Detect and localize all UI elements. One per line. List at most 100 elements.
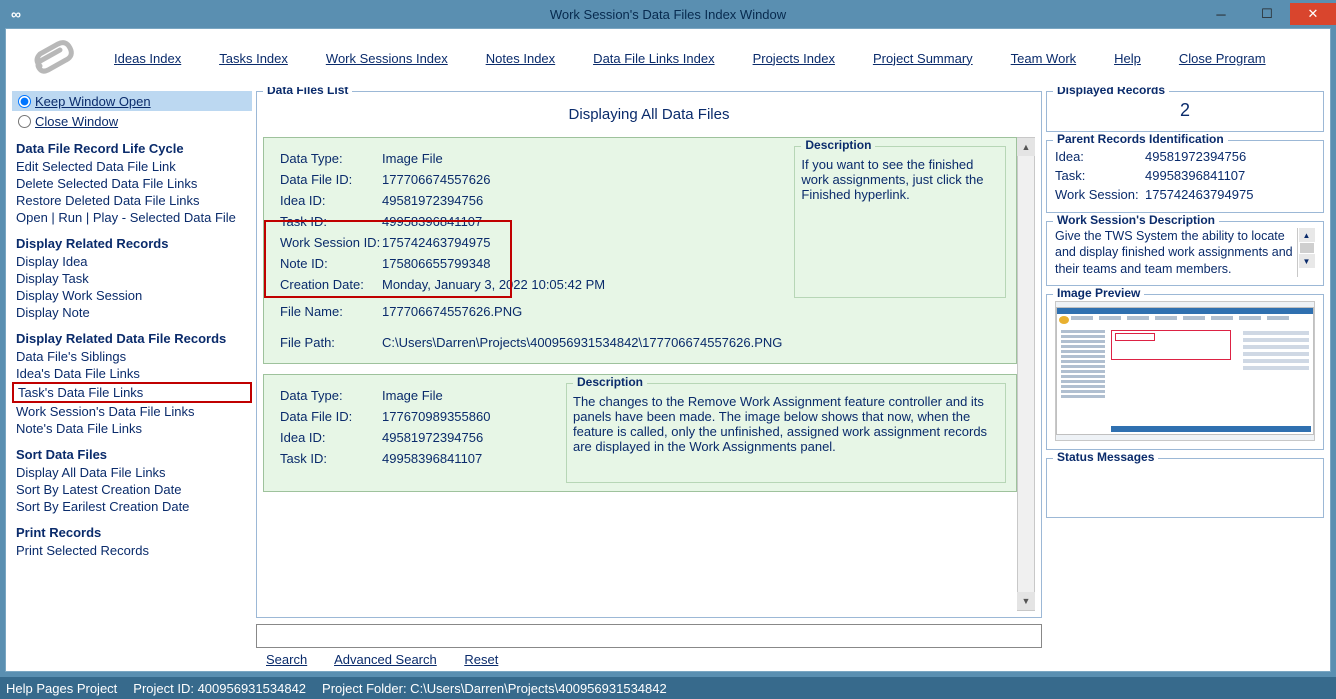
displayed-records-count: 2 (1055, 98, 1315, 123)
description-legend: Description (573, 375, 647, 389)
ws-description-group: Work Session's Description Give the TWS … (1046, 221, 1324, 286)
nav-project-summary[interactable]: Project Summary (873, 51, 973, 66)
left-panel: Keep Window Open Close Window Data File … (12, 91, 252, 667)
right-panel: Displayed Records 2 Parent Records Ident… (1046, 91, 1324, 667)
titlebar: ∞ Work Session's Data Files Index Window… (0, 0, 1336, 28)
lbl-file-id: Data File ID: (280, 172, 382, 187)
val-data-type: Image File (382, 151, 782, 166)
main-area: Keep Window Open Close Window Data File … (6, 87, 1330, 671)
nav-tasks-index[interactable]: Tasks Index (219, 51, 288, 66)
link-display-note[interactable]: Display Note (12, 304, 252, 321)
link-display-all[interactable]: Display All Data File Links (12, 464, 252, 481)
link-display-idea[interactable]: Display Idea (12, 253, 252, 270)
val-idea-id: 49581972394756 (382, 193, 782, 208)
image-preview-group: Image Preview (1046, 294, 1324, 450)
preview-thumbnail (1056, 307, 1314, 435)
data-file-card[interactable]: Data Type:Image File Data File ID:177670… (263, 374, 1017, 492)
lbl-idea-id: Idea ID: (280, 193, 382, 208)
link-edit-selected[interactable]: Edit Selected Data File Link (12, 158, 252, 175)
scroll-down-icon[interactable]: ▼ (1299, 254, 1315, 268)
heading-lifecycle: Data File Record Life Cycle (16, 141, 252, 156)
nav-data-file-links-index[interactable]: Data File Links Index (593, 51, 714, 66)
link-note-data-file-links[interactable]: Note's Data File Links (12, 420, 252, 437)
data-file-card[interactable]: Data Type:Image File Data File ID:177706… (263, 137, 1017, 364)
parent-records-legend: Parent Records Identification (1053, 132, 1228, 146)
list-scrollbar[interactable]: ▲ ▼ (1017, 137, 1035, 611)
lbl-file-id: Data File ID: (280, 409, 382, 424)
link-delete-selected[interactable]: Delete Selected Data File Links (12, 175, 252, 192)
parent-task-val: 49958396841107 (1145, 168, 1245, 183)
lbl-note-id: Note ID: (280, 256, 382, 271)
lbl-fname: File Name: (280, 304, 382, 319)
search-input[interactable] (256, 624, 1042, 648)
heading-related-data-files: Display Related Data File Records (16, 331, 252, 346)
lbl-task-id: Task ID: (280, 451, 382, 466)
parent-idea-val: 49581972394756 (1145, 149, 1246, 164)
link-display-work-session[interactable]: Display Work Session (12, 287, 252, 304)
description-text: If you want to see the finished work ass… (801, 151, 999, 202)
parent-idea-lbl: Idea: (1055, 149, 1145, 164)
card-list: Data Type:Image File Data File ID:177706… (263, 137, 1017, 611)
description-box: Description If you want to see the finis… (794, 146, 1006, 298)
val-data-type: Image File (382, 388, 554, 403)
radio-keep-window-open[interactable]: Keep Window Open (12, 91, 252, 111)
nav-work-sessions-index[interactable]: Work Sessions Index (326, 51, 448, 66)
parent-records-group: Parent Records Identification Idea:49581… (1046, 140, 1324, 213)
status-messages-legend: Status Messages (1053, 450, 1158, 464)
image-preview[interactable] (1055, 301, 1315, 441)
val-fpath: C:\Users\Darren\Projects\400956931534842… (382, 335, 782, 350)
val-created: Monday, January 3, 2022 10:05:42 PM (382, 277, 782, 292)
scroll-up-icon[interactable]: ▲ (1017, 138, 1035, 156)
advanced-search-link[interactable]: Advanced Search (334, 652, 437, 667)
val-file-id: 177706674557626 (382, 172, 782, 187)
list-title: Displaying All Data Files (263, 98, 1035, 137)
link-print-selected[interactable]: Print Selected Records (12, 542, 252, 559)
val-fname: 177706674557626.PNG (382, 304, 782, 319)
scroll-thumb[interactable] (1300, 243, 1314, 253)
val-task-id: 49958396841107 (382, 451, 554, 466)
displayed-records-legend: Displayed Records (1053, 87, 1169, 97)
nav-notes-index[interactable]: Notes Index (486, 51, 555, 66)
data-files-list-legend: Data Files List (263, 87, 352, 97)
parent-ws-lbl: Work Session: (1055, 187, 1145, 202)
desc-scrollbar[interactable]: ▲ ▼ (1297, 228, 1315, 277)
parent-task-lbl: Task: (1055, 168, 1145, 183)
status-messages-group: Status Messages (1046, 458, 1324, 518)
reset-link[interactable]: Reset (464, 652, 498, 667)
nav-projects-index[interactable]: Projects Index (753, 51, 835, 66)
radio-keep-open-input[interactable] (18, 95, 31, 108)
footer-help-project: Help Pages Project (6, 681, 117, 696)
scroll-down-icon[interactable]: ▼ (1017, 592, 1035, 610)
radio-close-window[interactable]: Close Window (12, 111, 252, 131)
link-sort-latest[interactable]: Sort By Latest Creation Date (12, 481, 252, 498)
lbl-idea-id: Idea ID: (280, 430, 382, 445)
link-restore-deleted[interactable]: Restore Deleted Data File Links (12, 192, 252, 209)
ws-description-text: Give the TWS System the ability to locat… (1055, 228, 1297, 277)
link-idea-data-file-links[interactable]: Idea's Data File Links (12, 365, 252, 382)
footer-project-folder: Project Folder: C:\Users\Darren\Projects… (322, 681, 667, 696)
description-text: The changes to the Remove Work Assignmen… (573, 388, 999, 454)
nav-close-program[interactable]: Close Program (1179, 51, 1266, 66)
nav-ideas-index[interactable]: Ideas Index (114, 51, 181, 66)
radio-close-input[interactable] (18, 115, 31, 128)
ws-description-legend: Work Session's Description (1053, 213, 1219, 227)
link-siblings[interactable]: Data File's Siblings (12, 348, 252, 365)
val-idea-id: 49581972394756 (382, 430, 554, 445)
image-preview-legend: Image Preview (1053, 286, 1144, 300)
lbl-data-type: Data Type: (280, 388, 382, 403)
link-ws-data-file-links[interactable]: Work Session's Data File Links (12, 403, 252, 420)
search-link[interactable]: Search (266, 652, 307, 667)
val-task-id: 49958396841107 (382, 214, 782, 229)
status-bar: Help Pages Project Project ID: 400956931… (0, 677, 1336, 699)
link-task-data-file-links[interactable]: Task's Data File Links (12, 382, 252, 403)
link-display-task[interactable]: Display Task (12, 270, 252, 287)
nav-team-work[interactable]: Team Work (1011, 51, 1077, 66)
link-open-run-play[interactable]: Open | Run | Play - Selected Data File (12, 209, 252, 226)
lbl-data-type: Data Type: (280, 151, 382, 166)
scroll-up-icon[interactable]: ▲ (1299, 228, 1315, 242)
window-title: Work Session's Data Files Index Window (0, 7, 1336, 22)
footer-project-id: Project ID: 400956931534842 (133, 681, 306, 696)
nav-help[interactable]: Help (1114, 51, 1141, 66)
parent-ws-val: 175742463794975 (1145, 187, 1253, 202)
link-sort-earliest[interactable]: Sort By Earilest Creation Date (12, 498, 252, 515)
